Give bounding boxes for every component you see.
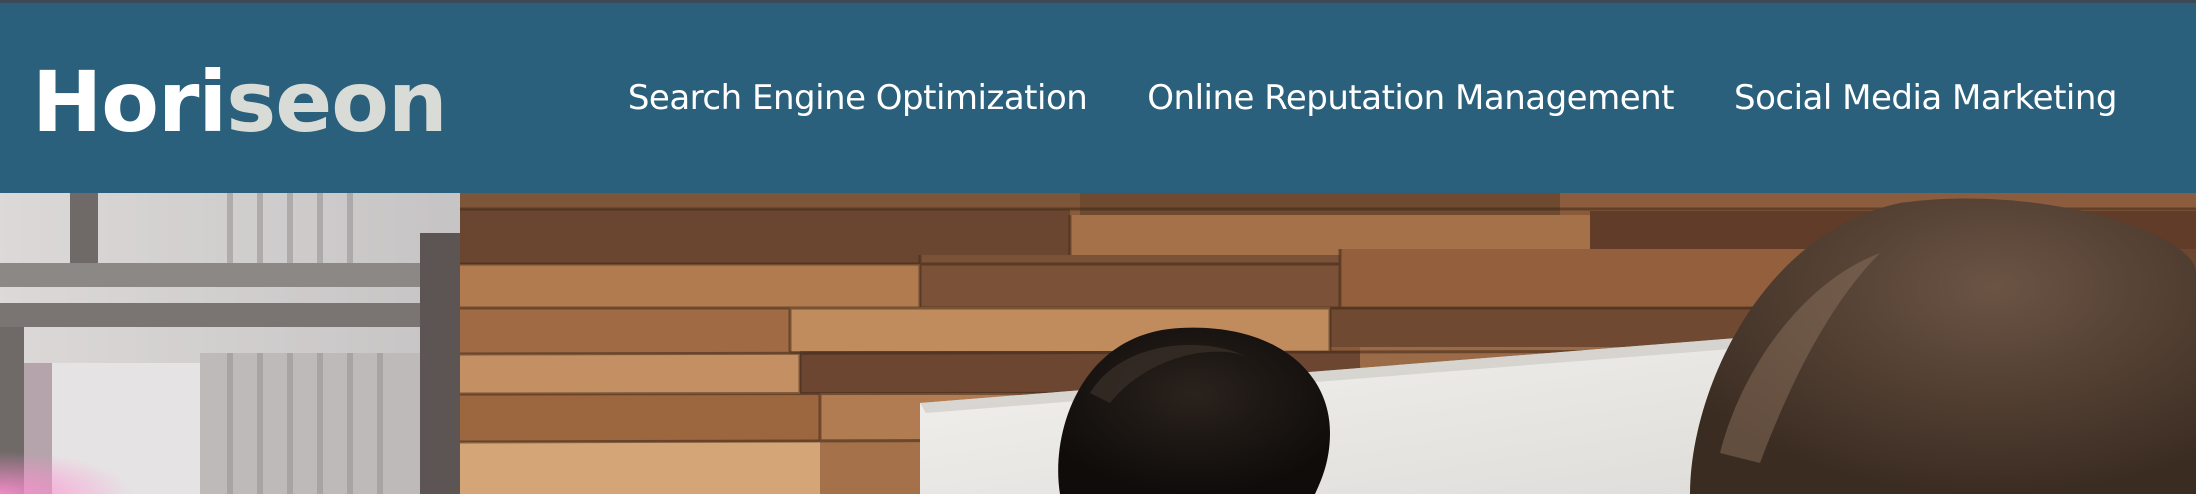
main-nav: Search Engine Optimization Online Reputa… [628,69,2118,127]
nav-link-reputation-management[interactable]: Online Reputation Management [1147,69,1674,127]
hero-image [0,193,2196,494]
logo-primary-text: Hori [32,53,227,151]
hero-photo-illustration [0,193,2196,494]
nav-link-social-media-marketing[interactable]: Social Media Marketing [1734,69,2118,127]
site-logo[interactable]: Horiseon [32,47,448,157]
nav-link-seo[interactable]: Search Engine Optimization [628,69,1088,127]
site-header: Horiseon Search Engine Optimization Onli… [0,0,2196,193]
page: Horiseon Search Engine Optimization Onli… [0,0,2196,494]
logo-accent-text: seon [226,53,447,151]
